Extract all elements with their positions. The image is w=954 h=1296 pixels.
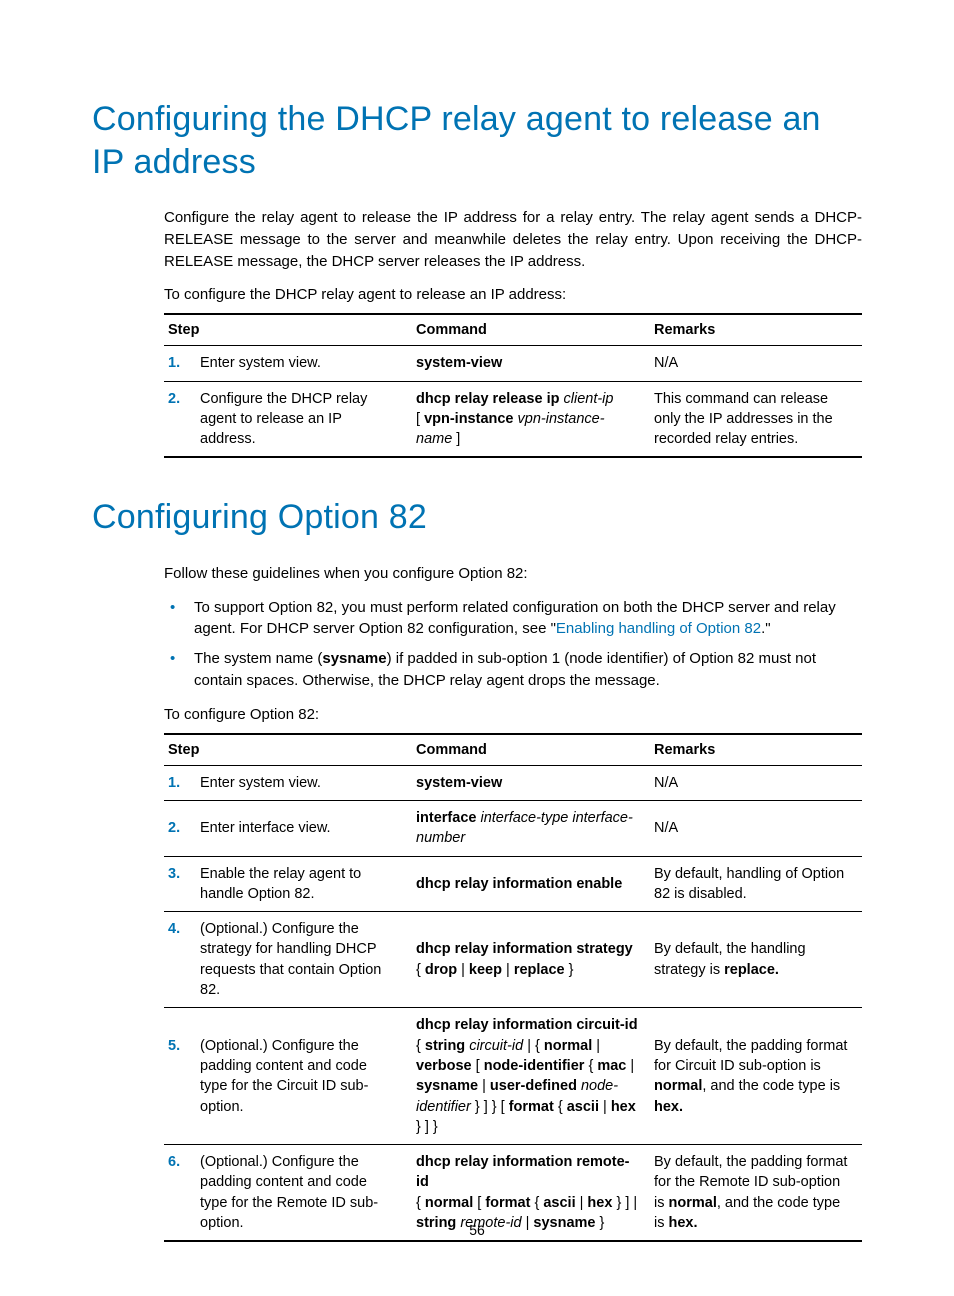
- section2-para1: Follow these guidelines when you configu…: [92, 563, 862, 585]
- th-step: Step: [164, 314, 412, 346]
- table-row: 2.Configure the DHCP relay agent to rele…: [164, 381, 862, 457]
- th-command: Command: [412, 734, 650, 766]
- step-cell: 5.(Optional.) Configure the padding cont…: [164, 1008, 412, 1145]
- remarks-cell: N/A: [650, 800, 862, 856]
- section2-caption: To configure Option 82:: [92, 706, 862, 723]
- command-cell: system-view: [412, 765, 650, 800]
- remarks-cell: By default, the padding format for Circu…: [650, 1008, 862, 1145]
- table-row: 1.Enter system view.system-viewN/A: [164, 346, 862, 381]
- command-cell: interface interface-type interface-numbe…: [412, 800, 650, 856]
- remarks-cell: N/A: [650, 346, 862, 381]
- table-header-row: Step Command Remarks: [164, 314, 862, 346]
- step-cell: 1.Enter system view.: [164, 765, 412, 800]
- section1-para1: Configure the relay agent to release the…: [92, 207, 862, 272]
- page-number: 56: [0, 1222, 954, 1238]
- step-cell: 4.(Optional.) Configure the strategy for…: [164, 912, 412, 1008]
- remarks-cell: By default, handling of Option 82 is dis…: [650, 856, 862, 912]
- command-cell: dhcp relay information circuit-id{ strin…: [412, 1008, 650, 1145]
- table-row: 3.Enable the relay agent to handle Optio…: [164, 856, 862, 912]
- th-remarks: Remarks: [650, 734, 862, 766]
- th-step: Step: [164, 734, 412, 766]
- table-row: 1.Enter system view.system-viewN/A: [164, 765, 862, 800]
- section2-heading: Configuring Option 82: [92, 496, 862, 539]
- section2-table: Step Command Remarks 1.Enter system view…: [164, 733, 862, 1243]
- command-cell: dhcp relay information strategy{ drop | …: [412, 912, 650, 1008]
- command-cell: dhcp relay information enable: [412, 856, 650, 912]
- table-header-row: Step Command Remarks: [164, 734, 862, 766]
- remarks-cell: By default, the handling strategy is rep…: [650, 912, 862, 1008]
- th-remarks: Remarks: [650, 314, 862, 346]
- step-cell: 3.Enable the relay agent to handle Optio…: [164, 856, 412, 912]
- command-cell: dhcp relay release ip client-ip[ vpn-ins…: [412, 381, 650, 457]
- th-command: Command: [412, 314, 650, 346]
- guideline-list: To support Option 82, you must perform r…: [92, 597, 862, 692]
- command-cell: system-view: [412, 346, 650, 381]
- list-item: The system name (sysname) if padded in s…: [164, 648, 862, 692]
- list-item: To support Option 82, you must perform r…: [164, 597, 862, 641]
- section1-heading: Configuring the DHCP relay agent to rele…: [92, 98, 862, 183]
- step-cell: 1.Enter system view.: [164, 346, 412, 381]
- remarks-cell: N/A: [650, 765, 862, 800]
- step-cell: 2.Enter interface view.: [164, 800, 412, 856]
- table-row: 4.(Optional.) Configure the strategy for…: [164, 912, 862, 1008]
- remarks-cell: This command can release only the IP add…: [650, 381, 862, 457]
- section1-table: Step Command Remarks 1.Enter system view…: [164, 313, 862, 458]
- section1-caption: To configure the DHCP relay agent to rel…: [92, 286, 862, 303]
- step-cell: 2.Configure the DHCP relay agent to rele…: [164, 381, 412, 457]
- table-row: 2.Enter interface view.interface interfa…: [164, 800, 862, 856]
- table-row: 5.(Optional.) Configure the padding cont…: [164, 1008, 862, 1145]
